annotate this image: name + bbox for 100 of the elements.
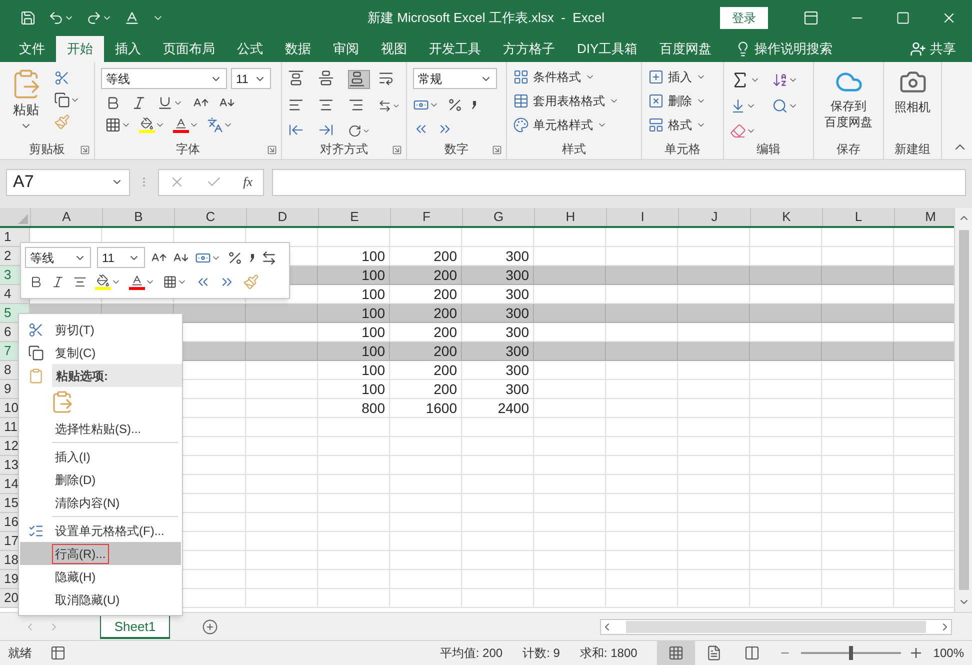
cells-button[interactable]: 格式 [648,116,706,134]
italic-icon[interactable] [51,275,65,289]
ribbon-tab[interactable]: 插入 [104,36,152,62]
ribbon-tab[interactable]: 数据 [274,36,322,62]
font-size-field[interactable]: 11 [97,247,145,268]
column-header[interactable]: A [30,208,102,226]
normal-view-button[interactable] [657,641,696,665]
page-break-icon[interactable] [744,645,760,661]
bottom-align-button[interactable] [348,70,370,89]
increase-indent-icon[interactable] [318,122,334,138]
eraser-icon[interactable] [730,122,746,139]
number-format-field[interactable]: 常规 [413,68,497,89]
insert-function-button[interactable]: fx [243,172,253,192]
zoom-level[interactable]: 100% [933,644,964,662]
font-color-icon[interactable] [129,274,145,290]
redo-icon[interactable] [86,10,102,26]
column-header[interactable]: L [822,208,894,226]
paste-button[interactable]: 粘贴 [6,68,46,139]
save-icon[interactable] [20,10,36,26]
ribbon-tab[interactable]: 公式 [226,36,274,62]
italic-icon[interactable] [131,95,147,111]
zoom-in-icon[interactable] [911,648,922,658]
phonetic-icon[interactable] [207,117,223,133]
menu-item[interactable]: 行高(R)... [20,542,181,565]
column-header[interactable]: G [462,208,534,226]
merge-icon[interactable] [261,250,277,266]
dialog-launcher-icon[interactable] [392,145,402,155]
fill-color-icon[interactable] [139,117,155,133]
dialog-launcher-icon[interactable] [267,145,277,155]
align-right-icon[interactable] [348,97,364,113]
share-button[interactable]: 共享 [910,36,956,62]
cells-button[interactable]: 插入 [648,68,706,86]
save-to-cloud-button[interactable]: 保存到 百度网盘 [820,68,877,139]
column-header[interactable]: F [390,208,462,226]
zoom-slider-thumb[interactable] [849,646,854,660]
ribbon-tab[interactable]: 审阅 [322,36,370,62]
formula-field[interactable] [272,168,966,196]
maximize-icon[interactable] [896,10,910,24]
comma-style-icon[interactable] [249,252,255,262]
search-icon[interactable] [772,98,788,114]
column-header[interactable]: J [678,208,750,226]
ribbon-tab[interactable]: 页面布局 [152,36,226,62]
sort-filter-icon[interactable] [772,72,788,88]
macro-record-icon[interactable] [50,645,66,661]
underline-icon[interactable] [157,95,173,111]
styles-button[interactable]: 套用表格格式 [513,92,619,110]
font-name-field[interactable]: 等线 [25,247,91,268]
middle-align-icon[interactable] [318,70,334,86]
align-center-icon[interactable] [73,275,87,289]
font-color-icon[interactable] [124,10,140,26]
align-left-icon[interactable] [288,97,304,113]
column-header[interactable]: B [102,208,174,226]
borders-icon[interactable] [163,275,177,289]
fill-color-icon[interactable] [95,274,111,290]
column-header[interactable]: C [174,208,246,226]
ribbon-tab[interactable]: 文件 [8,36,56,62]
horizontal-scrollbar[interactable] [600,618,952,634]
zoom-slider[interactable] [799,646,904,660]
column-header[interactable]: H [534,208,606,226]
font-size-field[interactable]: 11 [231,68,271,89]
merge-icon[interactable] [378,98,392,114]
vertical-scrollbar[interactable] [954,208,972,612]
orientation-icon[interactable] [348,122,362,138]
ribbon-tab[interactable]: 方方格子 [492,36,566,62]
camera-button[interactable]: 照相机 [890,68,935,139]
ribbon-tab[interactable]: 开始 [56,36,104,62]
percent-icon[interactable] [227,250,243,266]
cut-icon[interactable] [54,70,70,86]
cells-button[interactable]: 删除 [648,92,706,110]
copy-icon[interactable] [54,92,70,108]
column-header[interactable]: K [750,208,822,226]
font-name-field[interactable]: 等线 [101,68,227,89]
ribbon-tab[interactable]: 视图 [370,36,418,62]
bold-icon[interactable] [29,275,43,289]
align-center-icon[interactable] [318,97,334,113]
decrease-indent-icon[interactable] [288,122,304,138]
column-header[interactable]: D [246,208,318,226]
styles-button[interactable]: 单元格样式 [513,116,619,134]
add-sheet-icon[interactable] [202,618,218,634]
font-color-icon[interactable] [173,117,189,133]
column-header[interactable]: E [318,208,390,226]
fill-icon[interactable] [730,98,746,114]
name-box[interactable]: A7 [6,168,130,196]
comma-style-icon[interactable] [471,100,477,110]
percent-icon[interactable] [447,97,463,113]
page-layout-icon[interactable] [706,645,722,661]
login-button[interactable]: 登录 [720,6,768,28]
ribbon-tab[interactable]: DIY工具箱 [566,36,649,62]
dialog-launcher-icon[interactable] [492,145,502,155]
dialog-launcher-icon[interactable] [80,145,90,155]
borders-icon[interactable] [105,117,121,133]
row-header[interactable]: 1 [0,228,30,247]
column-header[interactable]: I [606,208,678,226]
styles-button[interactable]: 条件格式 [513,68,619,86]
tell-me-field[interactable]: 操作说明搜索 [754,39,833,59]
wrap-text-icon[interactable] [378,70,394,86]
ribbon-tab[interactable]: 百度网盘 [648,36,723,62]
top-align-icon[interactable] [288,70,304,86]
ribbon-tab[interactable]: 开发工具 [418,36,492,62]
undo-icon[interactable] [48,10,64,26]
